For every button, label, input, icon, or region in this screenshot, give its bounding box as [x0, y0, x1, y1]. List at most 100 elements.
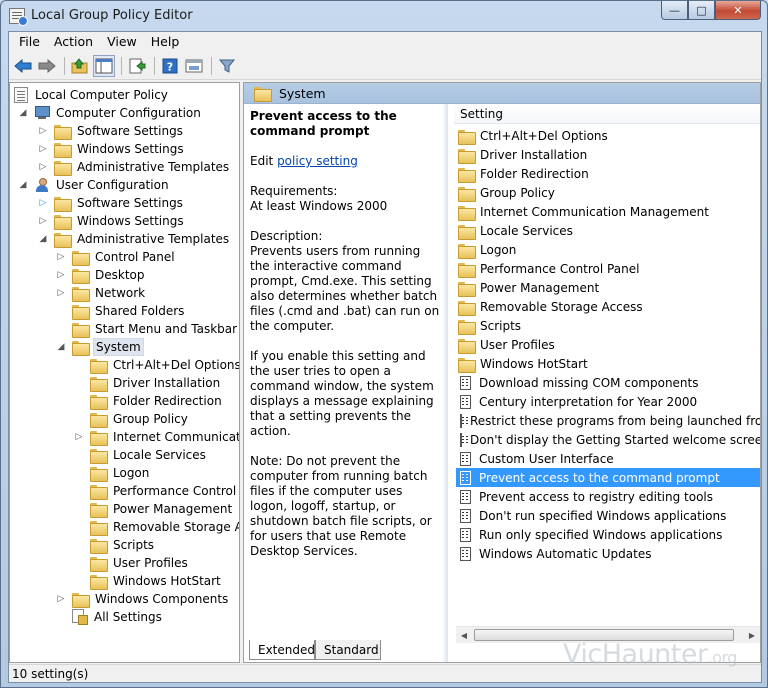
list-item-setting[interactable]: Download missing COM components: [456, 373, 760, 392]
tree-item[interactable]: User Profiles: [74, 554, 190, 572]
menu-view[interactable]: View: [100, 32, 144, 52]
column-header-setting[interactable]: Setting: [454, 104, 760, 124]
menu-help[interactable]: Help: [144, 32, 187, 52]
help-button[interactable]: ?: [159, 55, 181, 77]
expand-arrow-icon[interactable]: ▷: [38, 126, 48, 136]
export-list-button[interactable]: [126, 55, 148, 77]
list-item-setting[interactable]: Windows Automatic Updates: [456, 544, 760, 563]
title-bar[interactable]: Local Group Policy Editor — □ ✕: [1, 1, 767, 31]
folder-icon: [458, 148, 476, 164]
list-item-setting[interactable]: Century interpretation for Year 2000: [456, 392, 760, 411]
tree-item[interactable]: Performance Control Pa: [74, 482, 239, 500]
export-list-icon: [129, 58, 146, 73]
show-hide-console-tree-button[interactable]: [93, 54, 115, 77]
tree-item[interactable]: All Settings: [56, 608, 164, 626]
list-item-folder[interactable]: Performance Control Panel: [456, 259, 760, 278]
tree-item[interactable]: Scripts: [74, 536, 156, 554]
list-item-folder[interactable]: Internet Communication Management: [456, 202, 760, 221]
maximize-button[interactable]: □: [688, 1, 715, 20]
minimize-icon: —: [669, 3, 680, 17]
collapse-arrow-icon[interactable]: ◢: [18, 108, 28, 118]
expand-arrow-icon[interactable]: ▷: [38, 162, 48, 172]
list-item-setting[interactable]: Don't run specified Windows applications: [456, 506, 760, 525]
console-tree[interactable]: Local Computer Policy ◢ Computer Configur…: [9, 82, 240, 663]
tree-item[interactable]: ▷ Software Settings: [38, 122, 185, 140]
tree-item[interactable]: Shared Folders: [56, 302, 186, 320]
tree-item[interactable]: ◢ System: [56, 338, 144, 356]
list-item-setting[interactable]: Prevent access to registry editing tools: [456, 487, 760, 506]
tab-extended[interactable]: Extended: [249, 640, 315, 660]
list-item-folder[interactable]: Locale Services: [456, 221, 760, 240]
list-item-folder[interactable]: Windows HotStart: [456, 354, 760, 373]
list-item-folder[interactable]: Group Policy: [456, 183, 760, 202]
collapse-arrow-icon[interactable]: ◢: [38, 234, 48, 244]
tree-item[interactable]: ◢ User Configuration: [18, 176, 171, 194]
tree-item[interactable]: ▷ Windows Settings: [38, 140, 186, 158]
tree-item[interactable]: ▷ Network: [56, 284, 147, 302]
menu-action[interactable]: Action: [47, 32, 100, 52]
collapse-arrow-icon[interactable]: ◢: [56, 342, 66, 352]
tree-item-local-computer-policy[interactable]: Local Computer Policy: [14, 86, 170, 104]
tree-item[interactable]: Group Policy: [74, 410, 190, 428]
tree-item[interactable]: ▷ Windows Settings: [38, 212, 186, 230]
tree-item[interactable]: Logon: [74, 464, 151, 482]
expand-arrow-icon[interactable]: ▷: [56, 252, 66, 262]
list-item-folder[interactable]: User Profiles: [456, 335, 760, 354]
forward-button[interactable]: [36, 55, 58, 77]
menu-file[interactable]: File: [9, 32, 47, 52]
tree-item[interactable]: ▷ Administrative Templates: [38, 158, 231, 176]
tree-item[interactable]: ▷ Internet Communication: [74, 428, 239, 446]
tree-item[interactable]: Power Management: [74, 500, 234, 518]
back-button[interactable]: [12, 55, 34, 77]
edit-policy-setting-link[interactable]: policy setting: [277, 154, 358, 168]
list-item-label: Performance Control Panel: [480, 261, 640, 276]
collapse-arrow-icon[interactable]: ◢: [18, 180, 28, 190]
list-item-setting[interactable]: Restrict these programs from being launc…: [456, 411, 760, 430]
list-item-folder[interactable]: Folder Redirection: [456, 164, 760, 183]
tree-item[interactable]: Removable Storage Acc: [74, 518, 239, 536]
tree-item[interactable]: ◢ Computer Configuration: [18, 104, 203, 122]
expand-arrow-icon[interactable]: ▷: [56, 594, 66, 604]
folder-icon: [72, 286, 90, 302]
tree-item-label: Locale Services: [113, 448, 206, 462]
list-item-setting[interactable]: Prevent access to the command prompt: [456, 468, 760, 487]
list-item-folder[interactable]: Driver Installation: [456, 145, 760, 164]
tree-item-label: Start Menu and Taskbar: [95, 322, 238, 336]
list-item-folder[interactable]: Ctrl+Alt+Del Options: [456, 126, 760, 145]
list-item-folder[interactable]: Logon: [456, 240, 760, 259]
close-button[interactable]: ✕: [715, 1, 761, 20]
settings-list[interactable]: Setting Ctrl+Alt+Del Options Driver Insta…: [454, 104, 760, 617]
tree-item[interactable]: Locale Services: [74, 446, 208, 464]
tree-item[interactable]: ◢ Administrative Templates: [38, 230, 231, 248]
extended-description-panel: Prevent access to the command prompt Edi…: [244, 104, 448, 662]
tab-standard[interactable]: Standard: [315, 640, 381, 660]
filter-button[interactable]: [216, 55, 238, 77]
properties-view-button[interactable]: [183, 55, 205, 77]
tree-item[interactable]: Folder Redirection: [74, 392, 224, 410]
expand-arrow-icon[interactable]: ▷: [74, 432, 84, 442]
expand-arrow-icon[interactable]: ▷: [38, 198, 48, 208]
minimize-button[interactable]: —: [661, 1, 688, 20]
list-item-folder[interactable]: Scripts: [456, 316, 760, 335]
tree-item[interactable]: Driver Installation: [74, 374, 222, 392]
tree-item[interactable]: Ctrl+Alt+Del Options: [74, 356, 239, 374]
tree-item[interactable]: ▷ Windows Components: [56, 590, 230, 608]
tree-item[interactable]: ▷ Software Settings: [38, 194, 185, 212]
list-item-label: Ctrl+Alt+Del Options: [480, 128, 608, 143]
list-item-setting[interactable]: Custom User Interface: [456, 449, 760, 468]
list-item-folder[interactable]: Removable Storage Access: [456, 297, 760, 316]
up-one-level-button[interactable]: [69, 55, 91, 77]
tree-item[interactable]: ▷ Control Panel: [56, 248, 177, 266]
list-item-folder[interactable]: Power Management: [456, 278, 760, 297]
list-item-setting[interactable]: Don't display the Getting Started welcom…: [456, 430, 760, 449]
list-item-label: Prevent access to the command prompt: [479, 470, 720, 485]
tree-item[interactable]: Windows HotStart: [74, 572, 223, 590]
tree-item[interactable]: Start Menu and Taskbar: [56, 320, 239, 338]
expand-arrow-icon[interactable]: ▷: [56, 288, 66, 298]
tree-item[interactable]: ▷ Desktop: [56, 266, 147, 284]
expand-arrow-icon[interactable]: ▷: [38, 144, 48, 154]
list-item-setting[interactable]: Run only specified Windows applications: [456, 525, 760, 544]
expand-arrow-icon[interactable]: ▷: [56, 270, 66, 280]
expand-arrow-icon[interactable]: ▷: [38, 216, 48, 226]
folder-icon: [90, 484, 108, 500]
